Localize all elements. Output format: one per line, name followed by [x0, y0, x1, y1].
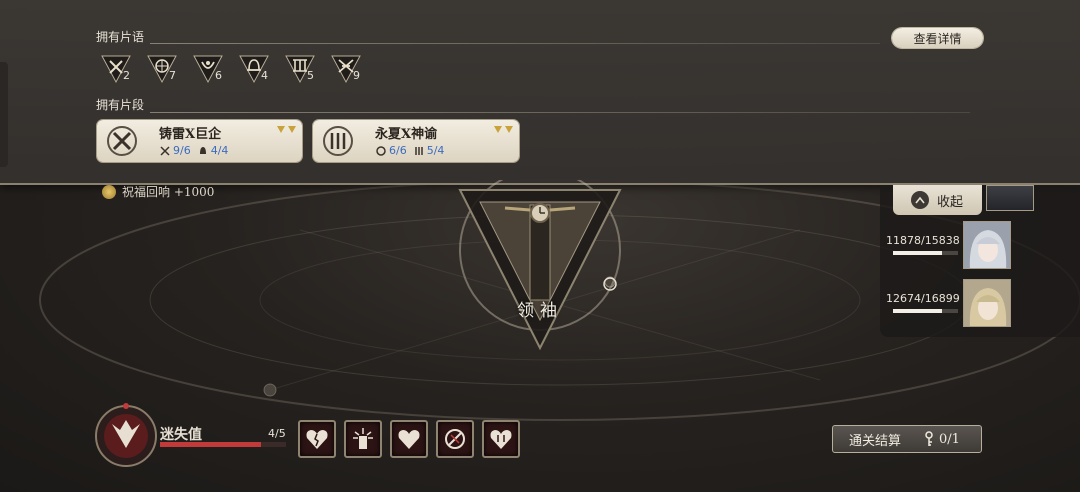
divider: [150, 43, 880, 44]
member-hp-text: 12674/16899: [886, 292, 960, 305]
key-counter: 0/1: [923, 431, 960, 447]
fragment-count: 4: [261, 69, 268, 82]
divider: [150, 112, 970, 113]
bleeding-heart-icon: [490, 430, 512, 449]
gold-gem-icon: [505, 126, 513, 133]
fragments-title: 拥有片语: [96, 30, 145, 44]
segment-stat: 5/4: [413, 144, 445, 157]
lost-value-label: 迷失值: [160, 427, 202, 443]
fragment-count: 9: [353, 69, 360, 82]
member-hp-bar: [893, 251, 958, 255]
segment-gems: [494, 126, 513, 133]
avatar[interactable]: [963, 279, 1011, 327]
member-hp-fill: [893, 251, 942, 255]
segment-gems: [277, 126, 296, 133]
oracle-emblem-icon: [323, 126, 353, 156]
fragment-item[interactable]: 4: [238, 52, 270, 84]
effect-card[interactable]: [436, 420, 474, 458]
collapse-button[interactable]: 收起: [893, 185, 982, 215]
segment-name: 永夏X神谕: [375, 127, 438, 142]
fragment-count: 2: [123, 69, 130, 82]
effect-card[interactable]: [344, 420, 382, 458]
foundry-emblem-icon: [107, 126, 137, 156]
chevron-up-icon: [911, 191, 929, 209]
segment-stat: 9/6: [159, 144, 191, 157]
fragment-list: 2 7 6 4 5 9: [100, 52, 362, 84]
fragment-item[interactable]: 9: [330, 52, 362, 84]
fragment-count: 7: [169, 69, 176, 82]
left-edge-tab[interactable]: [0, 62, 8, 167]
key-count: 0/1: [939, 431, 960, 447]
member-hp-text: 11878/15838: [886, 234, 960, 247]
gold-gem-icon: [288, 126, 296, 133]
member-hp-fill: [893, 309, 942, 313]
forbidden-blade-icon: [445, 429, 465, 449]
segment-stat-value: 4/4: [210, 144, 229, 157]
effect-card-list: [298, 420, 520, 458]
segment-stat: 6/6: [375, 144, 407, 157]
settle-label: 通关结算: [849, 433, 902, 449]
effect-card[interactable]: [482, 420, 520, 458]
fragment-count: 5: [307, 69, 314, 82]
character-portrait-icon: [964, 280, 1010, 326]
leader-label: 领袖: [517, 301, 563, 321]
radiant-tower-icon: [353, 428, 373, 449]
gold-gem-icon: [277, 126, 285, 133]
blessing-echo-text: 祝福回响 +1000: [122, 185, 215, 199]
fragment-count: 6: [215, 69, 222, 82]
segment-stat-value: 5/4: [426, 144, 445, 157]
lost-value-count: 4/5: [268, 427, 286, 440]
segment-stat-value: 9/6: [173, 144, 191, 157]
wreath-mini-icon: [376, 145, 386, 156]
effect-card[interactable]: [298, 420, 336, 458]
broken-heart-icon: [306, 430, 328, 449]
segment-card[interactable]: 永夏X神谕 6/6 5/4: [313, 120, 519, 162]
segment-card[interactable]: 铸雷X巨企 9/6 4/4: [97, 120, 302, 162]
fragment-item[interactable]: 6: [192, 52, 224, 84]
character-portrait-icon: [964, 222, 1010, 268]
segments-title: 拥有片段: [96, 98, 145, 112]
lost-value-emblem[interactable]: [92, 402, 160, 470]
gold-gem-icon: [494, 126, 502, 133]
bell-mini-icon: [199, 146, 206, 154]
collapse-label: 收起: [937, 194, 964, 210]
fragment-item[interactable]: 7: [146, 52, 178, 84]
owned-fragments-panel: 拥有片语 查看详情 2 7 6 4 5 9 拥有片段 铸雷X巨企 9/6 4/4…: [0, 0, 1080, 185]
settle-button[interactable]: 通关结算 0/1: [832, 425, 982, 453]
segment-stat-value: 6/6: [389, 144, 407, 157]
segment-stat: 4/4: [197, 144, 229, 157]
fragment-item[interactable]: 5: [284, 52, 316, 84]
pillars-mini-icon: [414, 146, 423, 155]
fragment-item[interactable]: 2: [100, 52, 132, 84]
avatar[interactable]: [986, 185, 1034, 211]
crossed-blades-mini-icon: [160, 145, 170, 156]
heart-icon: [398, 430, 420, 449]
leader-node[interactable]: [450, 180, 630, 360]
segment-name: 铸雷X巨企: [159, 127, 222, 142]
member-hp-bar: [893, 309, 958, 313]
coin-icon: [102, 184, 116, 199]
segment-stats: 6/6 5/4: [375, 144, 444, 157]
lost-value-fill: [160, 442, 261, 447]
blessing-echo: 祝福回响 +1000: [102, 183, 214, 200]
lost-value-bar: [160, 442, 286, 447]
key-icon: [925, 431, 933, 446]
effect-card[interactable]: [390, 420, 428, 458]
segment-stats: 9/6 4/4: [159, 144, 228, 157]
avatar[interactable]: [963, 221, 1011, 269]
view-details-button[interactable]: 查看详情: [892, 28, 983, 48]
